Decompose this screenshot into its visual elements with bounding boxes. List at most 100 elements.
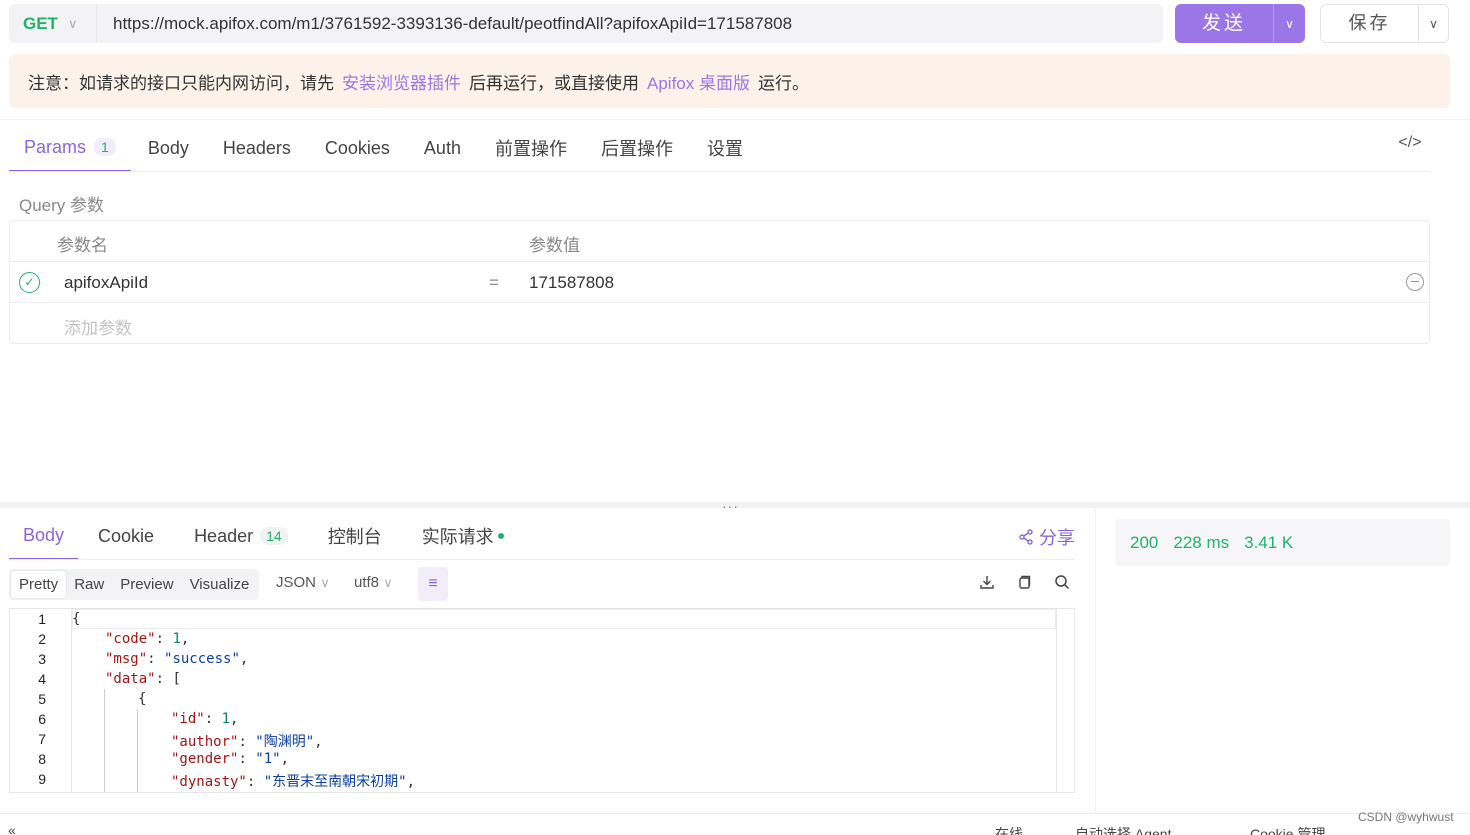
tab-pre-operations[interactable]: 前置操作 (478, 124, 584, 172)
tab-headers[interactable]: Headers (206, 124, 308, 172)
check-circle-icon[interactable]: ✓ (19, 272, 40, 293)
tab-params[interactable]: Params 1 (9, 124, 131, 172)
code-line: "msg": "success", (105, 651, 249, 667)
line-number: 7 (38, 731, 46, 747)
tab-cookies[interactable]: Cookies (308, 124, 407, 172)
view-preview[interactable]: Preview (112, 571, 181, 598)
code-line: "data": [ (105, 671, 181, 687)
drag-handle-icon[interactable]: ··· (722, 498, 739, 514)
send-button[interactable]: 发送 ∨ (1175, 4, 1305, 43)
notice-prefix: 注意：如请求的接口只能内网访问，请先 (28, 73, 334, 93)
line-number: 1 (38, 611, 46, 627)
table-row: ✓ apifoxApiId = 171587808 (10, 262, 1429, 303)
agent-select[interactable]: 自动选择 Agent (1075, 824, 1171, 835)
tab-settings[interactable]: 设置 (690, 124, 760, 172)
notice-middle: 后再运行，或直接使用 (469, 73, 639, 93)
code-line: { (138, 691, 147, 707)
remove-circle-icon[interactable] (1406, 273, 1424, 291)
method-select[interactable]: GET ∨ (9, 4, 97, 43)
code-line: { (72, 611, 81, 627)
notice-suffix: 运行。 (757, 73, 809, 93)
view-mode-switch: Pretty Raw Preview Visualize (9, 569, 260, 600)
save-label: 保存 (1321, 5, 1419, 42)
tab-response-header-label: Header (194, 525, 254, 546)
online-status[interactable]: 在线 (995, 824, 1023, 835)
chevron-down-icon: ∨ (320, 575, 330, 590)
params-count-badge: 1 (94, 138, 116, 156)
url-input[interactable] (97, 4, 1163, 43)
view-visualize[interactable]: Visualize (182, 571, 258, 598)
params-table: 参数名 参数值 ✓ apifoxApiId = 171587808 添加参数 (9, 220, 1430, 344)
line-number: 5 (38, 691, 46, 707)
equals-sign: = (489, 273, 499, 292)
url-bar: GET ∨ (9, 4, 1163, 43)
tab-response-body[interactable]: Body (9, 512, 79, 560)
code-line: "gender": "1", (171, 751, 290, 767)
table-header-row: 参数名 参数值 (10, 221, 1429, 262)
code-icon[interactable]: </> (1396, 134, 1424, 158)
share-label: 分享 (1039, 528, 1075, 548)
tab-auth[interactable]: Auth (407, 124, 478, 172)
view-pretty[interactable]: Pretty (11, 571, 67, 598)
install-plugin-link[interactable]: 安装浏览器插件 (342, 69, 461, 94)
column-header-name: 参数名 (57, 236, 108, 255)
tab-console[interactable]: 控制台 (308, 512, 402, 560)
tab-body[interactable]: Body (131, 124, 206, 172)
tab-post-operations[interactable]: 后置操作 (584, 124, 690, 172)
intranet-notice: 注意：如请求的接口只能内网访问，请先 安装浏览器插件 后再运行，或直接使用 Ap… (9, 54, 1450, 108)
divider (9, 171, 1430, 172)
table-row-add[interactable]: 添加参数 (10, 303, 1429, 344)
param-value[interactable]: 171587808 (529, 273, 614, 293)
tab-params-label: Params (24, 136, 87, 157)
code-line: "author": "陶渊明", (171, 734, 323, 750)
format-select[interactable]: JSON ∨ (276, 574, 330, 591)
chevron-down-icon[interactable]: ∨ (1274, 17, 1305, 31)
send-label: 发送 (1175, 4, 1274, 43)
current-line-highlight (72, 609, 1056, 629)
divider (0, 119, 1470, 120)
save-button[interactable]: 保存 ∨ (1320, 4, 1449, 43)
column-header-value: 参数值 (529, 236, 580, 255)
chevron-down-icon[interactable]: ∨ (1419, 17, 1448, 31)
add-param-placeholder[interactable]: 添加参数 (64, 314, 132, 339)
line-number: 9 (38, 771, 46, 787)
scrollbar[interactable] (1056, 609, 1074, 792)
response-body-editor[interactable]: 1 {2 "code": 1, 3 "msg": "success", 4 "data": … (9, 608, 1075, 793)
response-stats: 200 228 ms 3.41 K (1115, 519, 1450, 566)
tab-actual-request[interactable]: 实际请求 (402, 512, 524, 560)
desktop-app-link[interactable]: Apifox 桌面版 (647, 69, 750, 94)
response-tabs: Body Cookie Header 14 控制台 实际请求 (9, 512, 524, 560)
param-name[interactable]: apifoxApiId (64, 273, 148, 293)
line-number: 3 (38, 651, 46, 667)
tab-response-header[interactable]: Header 14 (174, 512, 308, 560)
encoding-value: utf8 (354, 574, 380, 591)
status-dot-icon (497, 533, 504, 539)
response-time: 228 ms (1173, 532, 1230, 552)
line-number: 8 (38, 751, 46, 767)
share-icon (1019, 529, 1033, 545)
encoding-select[interactable]: utf8 ∨ (354, 574, 393, 591)
collapse-sidebar-icon[interactable]: « (8, 822, 16, 835)
line-number: 4 (38, 671, 46, 687)
code-line: "id": 1, (171, 711, 239, 727)
status-code: 200 (1130, 532, 1159, 552)
view-raw[interactable]: Raw (66, 571, 112, 598)
divider (1095, 508, 1096, 813)
word-wrap-icon[interactable]: ≡ (418, 567, 448, 601)
code-line: "code": 1, (105, 631, 190, 647)
copy-icon[interactable] (1014, 574, 1034, 594)
divider (9, 559, 1075, 560)
share-button[interactable]: 分享 (1018, 524, 1075, 550)
code-line: "dynasty": "东晋末至南朝宋初期", (171, 774, 416, 790)
request-tabs: Params 1 Body Headers Cookies Auth 前置操作 … (9, 124, 760, 172)
format-value: JSON (276, 574, 317, 591)
status-bar: « 在线 自动选择 Agent Cookie 管理 (0, 813, 1470, 835)
download-icon[interactable] (977, 574, 997, 594)
cookie-manager[interactable]: Cookie 管理 (1250, 824, 1325, 835)
search-icon[interactable] (1052, 574, 1072, 594)
line-number: 6 (38, 711, 46, 727)
line-number: 2 (38, 631, 46, 647)
watermark: CSDN @wyhwust (1358, 810, 1454, 824)
header-count-badge: 14 (260, 527, 288, 545)
tab-response-cookie[interactable]: Cookie (78, 512, 174, 560)
